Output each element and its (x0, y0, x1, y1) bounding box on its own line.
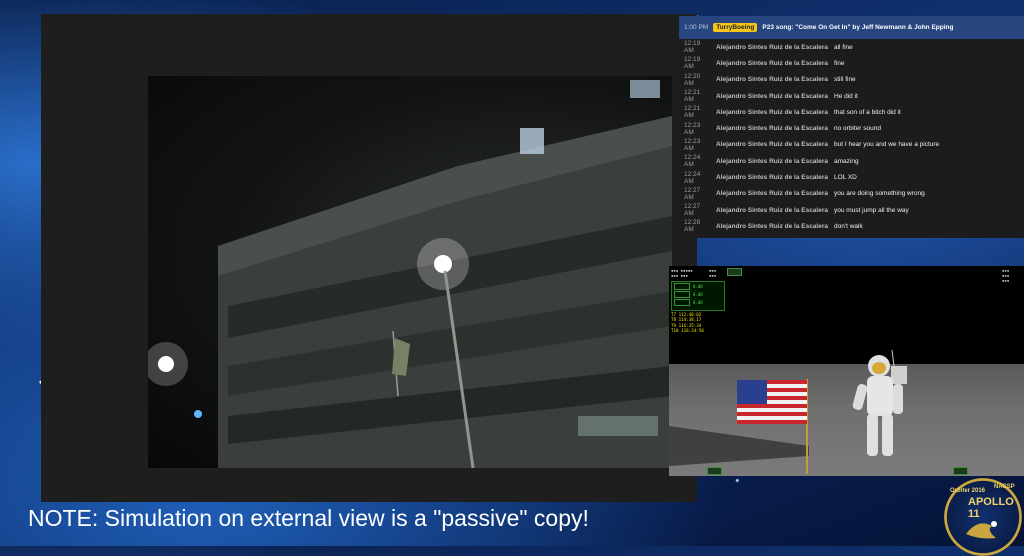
message-time: 12:23 AM (684, 137, 701, 152)
chat-message: 12:24 AM Alejandro Sintes Ruiz de la Esc… (679, 153, 1024, 169)
message-text: but I hear you and we have a picture (834, 141, 940, 149)
message-text: He did it (834, 92, 858, 100)
message-author[interactable]: Alejandro Sintes Ruiz de la Escalera (716, 125, 828, 132)
pinned-message: 1:00 PM TurryBoeing P23 song: "Come On G… (679, 16, 1024, 39)
webcam-feed-image (148, 76, 672, 468)
message-time: 12:23 AM (684, 121, 701, 136)
pinned-username-badge[interactable]: TurryBoeing (713, 23, 758, 32)
message-text: you are doing something wrong (834, 190, 925, 198)
message-time: 12:28 AM (684, 219, 701, 234)
message-time: 12:27 AM (684, 186, 701, 201)
chat-panel: 1:00 PM TurryBoeing P23 song: "Come On G… (679, 16, 1024, 238)
message-author[interactable]: Alejandro Sintes Ruiz de la Escalera (716, 174, 828, 181)
sim-bottom-right-button[interactable] (953, 467, 968, 475)
message-time: 12:21 AM (684, 105, 701, 120)
simulation-view: ▪▪▪ ▪▪▪▪▪ ▪▪▪ ▪▪▪ ▪▪▪ ▪▪▪ ▪▪▪ ▪▪▪ ▪▪▪ 0.00 0… (669, 266, 1024, 476)
message-text: no orbiter sound (834, 125, 881, 133)
message-author[interactable]: Alejandro Sintes Ruiz de la Escalera (716, 76, 828, 83)
message-time: 12:24 AM (684, 154, 701, 169)
astronaut-figure (852, 349, 907, 456)
chat-message: 12:24 AM Alejandro Sintes Ruiz de la Esc… (679, 169, 1024, 185)
message-time: 12:20 AM (684, 72, 701, 87)
message-author[interactable]: Alejandro Sintes Ruiz de la Escalera (716, 190, 828, 197)
us-flag (737, 380, 807, 424)
chat-message: 12:23 AM Alejandro Sintes Ruiz de la Esc… (679, 137, 1024, 153)
chat-message: 12:20 AM Alejandro Sintes Ruiz de la Esc… (679, 72, 1024, 88)
chat-message: 12:23 AM Alejandro Sintes Ruiz de la Esc… (679, 120, 1024, 136)
message-author[interactable]: Alejandro Sintes Ruiz de la Escalera (716, 223, 828, 230)
message-text: you must jump all the way (834, 206, 909, 214)
message-author[interactable]: Alejandro Sintes Ruiz de la Escalera (716, 158, 828, 165)
apollo-11-logo: APOLLO 11 NASSP Orbiter 2016 (944, 478, 1022, 556)
eagle-icon (966, 521, 997, 539)
chat-message: 12:19 AM Alejandro Sintes Ruiz de la Esc… (679, 39, 1024, 55)
message-time: 12:21 AM (684, 89, 701, 104)
passive-copy-note: NOTE: Simulation on external view is a "… (28, 505, 589, 531)
message-time: 12:19 AM (684, 40, 701, 55)
message-text: that son of a bitch did it (834, 108, 901, 116)
sim-bottom-left-button[interactable] (707, 467, 722, 475)
message-author[interactable]: Alejandro Sintes Ruiz de la Escalera (716, 109, 828, 116)
chat-message: 12:21 AM Alejandro Sintes Ruiz de la Esc… (679, 104, 1024, 120)
webcam-panel (41, 14, 697, 502)
message-text: fine (834, 59, 845, 67)
chat-message: 12:19 AM Alejandro Sintes Ruiz de la Esc… (679, 55, 1024, 71)
message-author[interactable]: Alejandro Sintes Ruiz de la Escalera (716, 207, 828, 214)
pinned-text: P23 song: "Come On Get In" by Jeff Newma… (762, 24, 954, 31)
chat-message: 12:28 AM Alejandro Sintes Ruiz de la Esc… (679, 218, 1024, 234)
chat-message: 12:21 AM Alejandro Sintes Ruiz de la Esc… (679, 88, 1024, 104)
message-text: amazing (834, 157, 859, 165)
pinned-time: 1:00 PM (684, 24, 709, 31)
message-text: LOL XD (834, 174, 857, 182)
message-author[interactable]: Alejandro Sintes Ruiz de la Escalera (716, 60, 828, 67)
message-author[interactable]: Alejandro Sintes Ruiz de la Escalera (716, 141, 828, 148)
message-author[interactable]: Alejandro Sintes Ruiz de la Escalera (716, 44, 828, 51)
message-time: 12:27 AM (684, 203, 701, 218)
message-time: 12:19 AM (684, 56, 701, 71)
building-night-scene (148, 80, 672, 468)
message-time: 12:24 AM (684, 170, 701, 185)
message-text: still fine (834, 76, 856, 84)
chat-message: 12:27 AM Alejandro Sintes Ruiz de la Esc… (679, 186, 1024, 202)
moon-scene (669, 349, 907, 474)
message-text: don't walk (834, 222, 863, 230)
message-author[interactable]: Alejandro Sintes Ruiz de la Escalera (716, 93, 828, 100)
chat-message: 12:27 AM Alejandro Sintes Ruiz de la Esc… (679, 202, 1024, 218)
message-text: all fine (834, 43, 853, 51)
